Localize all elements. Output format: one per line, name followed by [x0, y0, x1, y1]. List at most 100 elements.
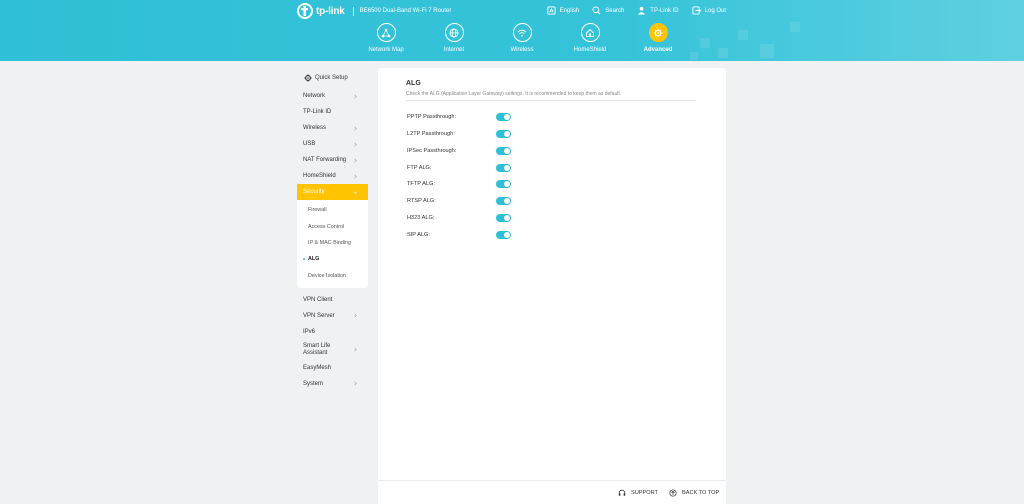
header-decoration	[790, 22, 800, 32]
sidebar-item-label: Network	[303, 93, 326, 99]
language-link[interactable]: English	[547, 6, 580, 15]
setting-label: IPSec Passthrough:	[407, 148, 457, 154]
sub-item-alg[interactable]: ALG	[297, 251, 368, 267]
sub-item-label: Firewall	[308, 207, 327, 214]
search-label: Search	[605, 7, 625, 14]
chevron-down-icon	[353, 190, 358, 194]
pptp-passthrough-toggle[interactable]	[496, 113, 511, 121]
sip-alg-toggle[interactable]	[496, 231, 511, 239]
setting-label: RTSP ALG:	[407, 198, 436, 204]
nav-label: HomeShield	[573, 47, 607, 53]
gear-icon	[304, 74, 312, 82]
setting-label: H323 ALG:	[407, 215, 435, 221]
setting-row-rtsp: RTSP ALG:	[407, 196, 511, 206]
l2tp-passthrough-toggle[interactable]	[496, 130, 511, 138]
language-label: English	[559, 7, 580, 14]
nav-circle	[648, 23, 668, 42]
sidebar-item-usb[interactable]: USB	[297, 136, 368, 152]
sidebar-item-system[interactable]: System	[297, 376, 368, 392]
language-icon	[547, 6, 556, 15]
setting-row-tftp: TFTP ALG:	[407, 179, 511, 189]
toggle-knob	[504, 114, 510, 120]
sidebar: Quick Setup Network TP-Link ID Wireless …	[297, 68, 368, 392]
globe-icon	[449, 28, 459, 37]
sidebar-item-ipv6[interactable]: IPv6	[297, 324, 368, 340]
logout-link[interactable]: Log Out	[692, 6, 726, 15]
sidebar-item-network[interactable]: Network	[297, 88, 368, 104]
nav-label: Wireless	[510, 47, 534, 53]
toggle-knob	[504, 198, 510, 204]
sidebar-item-nat-forwarding[interactable]: NAT Forwarding	[297, 152, 368, 168]
alg-panel: ALG Check the ALG (Application Layer Gat…	[378, 68, 726, 504]
nav-homeshield[interactable]: HomeShield	[556, 23, 624, 53]
search-link[interactable]: Search	[592, 6, 624, 15]
ipsec-passthrough-toggle[interactable]	[496, 147, 511, 155]
sidebar-item-tplink-id[interactable]: TP-Link ID	[297, 104, 368, 120]
back-to-top-link[interactable]: BACK TO TOP	[669, 489, 719, 497]
chevron-right-icon	[354, 314, 357, 318]
sidebar-item-security[interactable]: Security	[297, 184, 368, 200]
sidebar-item-label: USB	[303, 141, 316, 147]
page-title: ALG	[406, 80, 421, 87]
support-link[interactable]: SUPPORT	[618, 489, 658, 497]
nav-network-map[interactable]: Network Map	[352, 23, 420, 53]
nav-circle	[376, 23, 396, 42]
sidebar-item-wireless[interactable]: Wireless	[297, 120, 368, 136]
sub-item-access-control[interactable]: Access Control	[297, 218, 368, 234]
chevron-right-icon	[354, 94, 357, 98]
sidebar-item-vpn-server[interactable]: VPN Server	[297, 308, 368, 324]
nav-label: Network Map	[368, 47, 404, 53]
header-decoration	[690, 52, 698, 60]
quick-setup-link[interactable]: Quick Setup	[297, 68, 368, 88]
sidebar-item-smart-life-assistant[interactable]: Smart Life Assistant	[297, 340, 368, 360]
sidebar-item-vpn-client[interactable]: VPN Client	[297, 292, 368, 308]
sidebar-item-homeshield[interactable]: HomeShield	[297, 168, 368, 184]
chevron-right-icon	[354, 158, 357, 162]
toggle-knob	[504, 215, 510, 221]
setting-row-pptp: PPTP Passthrough:	[407, 112, 511, 122]
tftp-alg-toggle[interactable]	[496, 180, 511, 188]
setting-row-h323: H323 ALG:	[407, 213, 511, 223]
nav-label: Advanced	[643, 47, 673, 53]
header-bar: tp-link BE6500 Dual-Band Wi-Fi 7 Router …	[0, 0, 1024, 61]
search-icon	[592, 6, 601, 15]
setting-row-ipsec: IPSec Passthrough:	[407, 146, 511, 156]
home-shield-icon	[586, 28, 594, 37]
footer: SUPPORT BACK TO TOP	[378, 480, 726, 504]
setting-label: L2TP Passthrough:	[407, 131, 455, 137]
sidebar-item-label: Smart Life Assistant	[303, 342, 331, 356]
sidebar-item-easymesh[interactable]: EasyMesh	[297, 360, 368, 376]
quick-setup-label: Quick Setup	[315, 75, 348, 81]
nav-circle	[444, 23, 464, 42]
toggle-knob	[504, 181, 510, 187]
sidebar-item-label: Wireless	[303, 125, 327, 131]
nav-advanced[interactable]: Advanced	[624, 23, 692, 53]
tplink-id-link[interactable]: TP-Link ID	[637, 6, 679, 15]
wifi-icon	[517, 29, 527, 37]
sub-item-ip-mac-binding[interactable]: IP & MAC Binding	[297, 235, 368, 251]
support-label: SUPPORT	[631, 490, 658, 496]
sub-item-firewall[interactable]: Firewall	[297, 202, 368, 218]
nav-wireless[interactable]: Wireless	[488, 23, 556, 53]
sub-item-label: Device Isolation	[308, 272, 347, 279]
toggle-knob	[504, 148, 510, 154]
sidebar-item-label: EasyMesh	[303, 364, 332, 371]
sub-item-device-isolation[interactable]: Device Isolation	[297, 268, 368, 284]
brand[interactable]: tp-link BE6500 Dual-Band Wi-Fi 7 Router	[297, 3, 451, 19]
rtsp-alg-toggle[interactable]	[496, 197, 511, 205]
toggle-knob	[504, 165, 510, 171]
header-decoration	[718, 48, 728, 58]
nav-label: Internet	[443, 47, 465, 53]
sidebar-item-label: NAT Forwarding	[303, 157, 347, 163]
h323-alg-toggle[interactable]	[496, 214, 511, 222]
network-map-icon	[381, 28, 391, 37]
chevron-right-icon	[354, 348, 357, 352]
chevron-right-icon	[354, 382, 357, 386]
sub-item-label: ALG	[308, 256, 320, 263]
chevron-right-icon	[354, 142, 357, 146]
headset-icon	[618, 489, 626, 496]
ftp-alg-toggle[interactable]	[496, 164, 511, 172]
setting-label: FTP ALG:	[407, 165, 432, 171]
header-decoration	[760, 44, 774, 58]
nav-internet[interactable]: Internet	[420, 23, 488, 53]
